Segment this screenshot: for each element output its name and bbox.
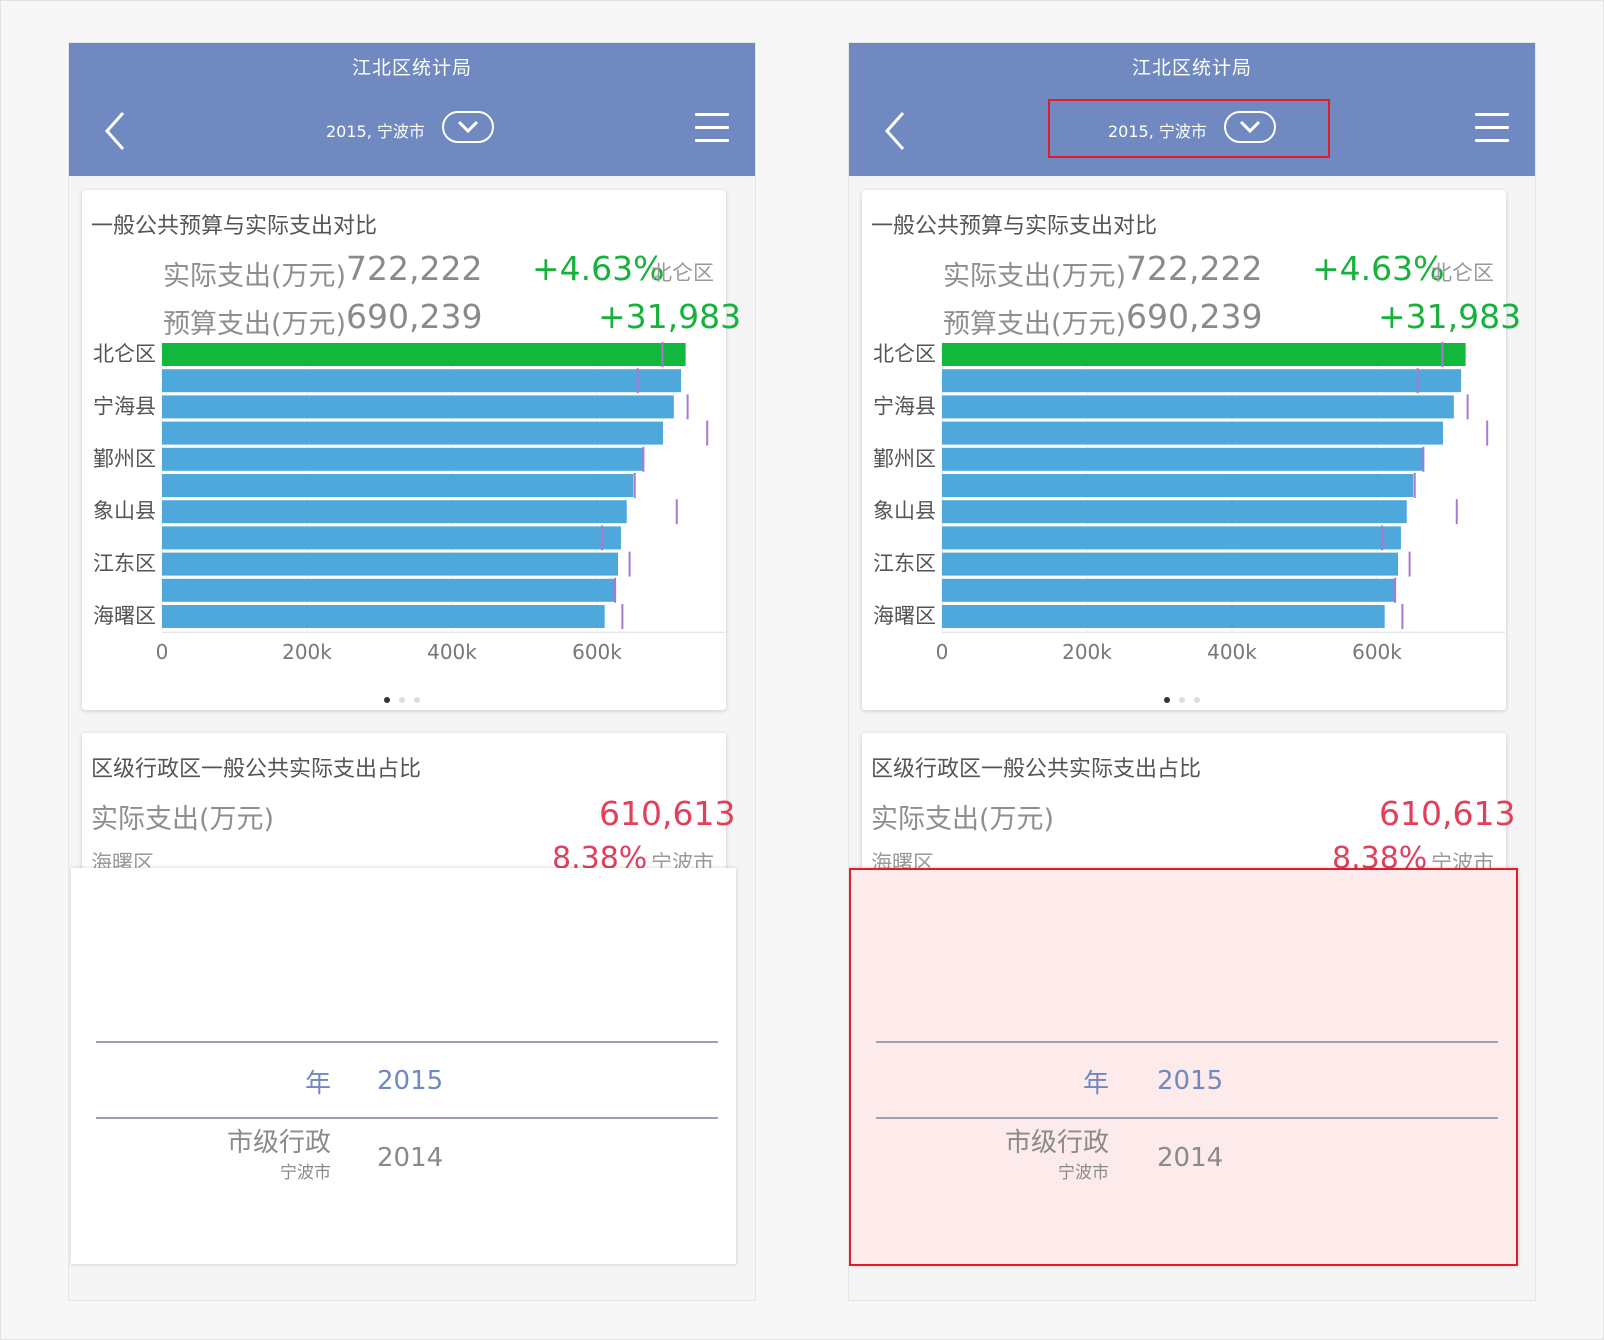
- hamburger-menu-icon[interactable]: [1475, 113, 1509, 143]
- bar: [942, 447, 1424, 471]
- bar: [162, 421, 663, 445]
- bar: [162, 526, 621, 550]
- bar: [942, 343, 1466, 366]
- picker-col1-next-sub: 宁波市: [280, 1163, 331, 1183]
- actual-label: 实际支出(万元): [871, 804, 1055, 835]
- y-tick-label: 北仑区: [93, 342, 156, 366]
- year-region-selector[interactable]: 2015, 宁波市: [270, 100, 550, 157]
- actual-value: 610,613: [1379, 794, 1516, 833]
- actual-label: 实际支出(万元): [91, 804, 275, 835]
- picker-selection-line-bottom: [876, 1117, 1498, 1119]
- year-region-selector[interactable]: 2015, 宁波市: [1048, 99, 1330, 158]
- app-title: 江北区统计局: [351, 57, 472, 79]
- y-tick-label: 鄞州区: [93, 447, 156, 471]
- x-tick-label: 0: [156, 640, 169, 664]
- budget-vs-actual-card[interactable]: 一般公共预算与实际支出对比 实际支出(万元) 722,222 +4.63% 北仑…: [82, 190, 741, 710]
- bar: [942, 605, 1385, 628]
- bar: [942, 369, 1462, 393]
- app-header: 江北区统计局 2015, 宁波市: [849, 43, 1535, 176]
- picker-col2-selected[interactable]: 2015: [377, 1066, 443, 1096]
- bar: [942, 578, 1396, 602]
- y-tick-label: 象山县: [93, 499, 156, 523]
- y-tick-label: 海曙区: [873, 604, 936, 628]
- app-title: 江北区统计局: [1131, 57, 1252, 79]
- card-title: 区级行政区一般公共实际支出占比: [871, 757, 1202, 782]
- picker-panel[interactable]: 年 2015 市级行政 宁波市 2014: [71, 868, 736, 1264]
- hamburger-menu-icon[interactable]: [695, 113, 729, 143]
- app-header: 江北区统计局 2015, 宁波市: [69, 43, 755, 176]
- chevron-down-icon[interactable]: [442, 111, 494, 143]
- bar: [942, 395, 1454, 419]
- picker-selection-line-top: [876, 1041, 1498, 1043]
- y-tick-label: 江东区: [873, 552, 936, 576]
- bar: [942, 526, 1401, 550]
- picker-col1-next-sub: 宁波市: [1058, 1163, 1109, 1183]
- y-tick-label: 北仑区: [873, 342, 936, 366]
- bar-chart: 北仑区宁海县鄞州区象山县江东区海曙区0 200k 400k 600k: [93, 342, 726, 664]
- y-tick-label: 宁海县: [93, 394, 156, 418]
- x-tick-label: 200k: [1062, 640, 1112, 664]
- pagination-dots[interactable]: [384, 688, 429, 707]
- bar: [942, 500, 1407, 524]
- picker-col1-selected[interactable]: 年: [1083, 1063, 1109, 1100]
- picker-panel[interactable]: 年 2015 市级行政 宁波市 2014: [849, 868, 1518, 1266]
- x-tick-label: 600k: [572, 640, 622, 664]
- selector-label: 2015, 宁波市: [1108, 122, 1207, 141]
- x-tick-label: 400k: [1207, 640, 1257, 664]
- picker-col1-selected[interactable]: 年: [305, 1063, 331, 1100]
- y-tick-label: 海曙区: [93, 604, 156, 628]
- back-arrow-icon[interactable]: [101, 109, 135, 153]
- x-tick-label: 600k: [1352, 640, 1402, 664]
- card-title: 区级行政区一般公共实际支出占比: [91, 757, 422, 782]
- selector-label: 2015, 宁波市: [326, 122, 425, 141]
- picker-selection-line-top: [96, 1041, 718, 1043]
- bar: [162, 500, 627, 524]
- x-tick-label: 400k: [427, 640, 477, 664]
- bar: [942, 421, 1443, 445]
- bar: [162, 447, 644, 471]
- phone-screen-left: 江北区统计局 2015, 宁波市 一般公共预算与实际支出对比 实际支出(万元) …: [68, 42, 756, 1301]
- budget-vs-actual-card[interactable]: 一般公共预算与实际支出对比 实际支出(万元) 722,222 +4.63% 北仑…: [862, 190, 1521, 710]
- chevron-down-icon[interactable]: [1224, 111, 1276, 143]
- bar: [162, 552, 619, 576]
- bar-chart: 北仑区宁海县鄞州区象山县江东区海曙区0 200k 400k 600k: [873, 342, 1506, 664]
- picker-col1-next[interactable]: 市级行政: [227, 1122, 331, 1159]
- back-arrow-icon[interactable]: [881, 109, 915, 153]
- phone-screen-right: 江北区统计局 2015, 宁波市 一般公共预算与实际支出对比 实际支出(万元) …: [848, 42, 1536, 1301]
- y-tick-label: 鄞州区: [873, 447, 936, 471]
- x-tick-label: 0: [936, 640, 949, 664]
- bar: [942, 552, 1399, 576]
- bar: [162, 369, 682, 393]
- bar: [162, 395, 674, 419]
- y-tick-label: 江东区: [93, 552, 156, 576]
- picker-col2-selected[interactable]: 2015: [1157, 1066, 1223, 1096]
- pagination-dots[interactable]: [1164, 688, 1209, 707]
- picker-col2-next[interactable]: 2014: [377, 1143, 443, 1173]
- bar: [162, 474, 634, 497]
- bar: [162, 605, 605, 628]
- x-tick-label: 200k: [282, 640, 332, 664]
- bar: [162, 578, 616, 602]
- actual-value: 610,613: [599, 794, 736, 833]
- picker-selection-line-bottom: [96, 1117, 718, 1119]
- picker-col1-next[interactable]: 市级行政: [1005, 1122, 1109, 1159]
- y-tick-label: 象山县: [873, 499, 936, 523]
- bar: [942, 474, 1414, 497]
- picker-col2-next[interactable]: 2014: [1157, 1143, 1223, 1173]
- y-tick-label: 宁海县: [873, 394, 936, 418]
- bar: [162, 343, 686, 366]
